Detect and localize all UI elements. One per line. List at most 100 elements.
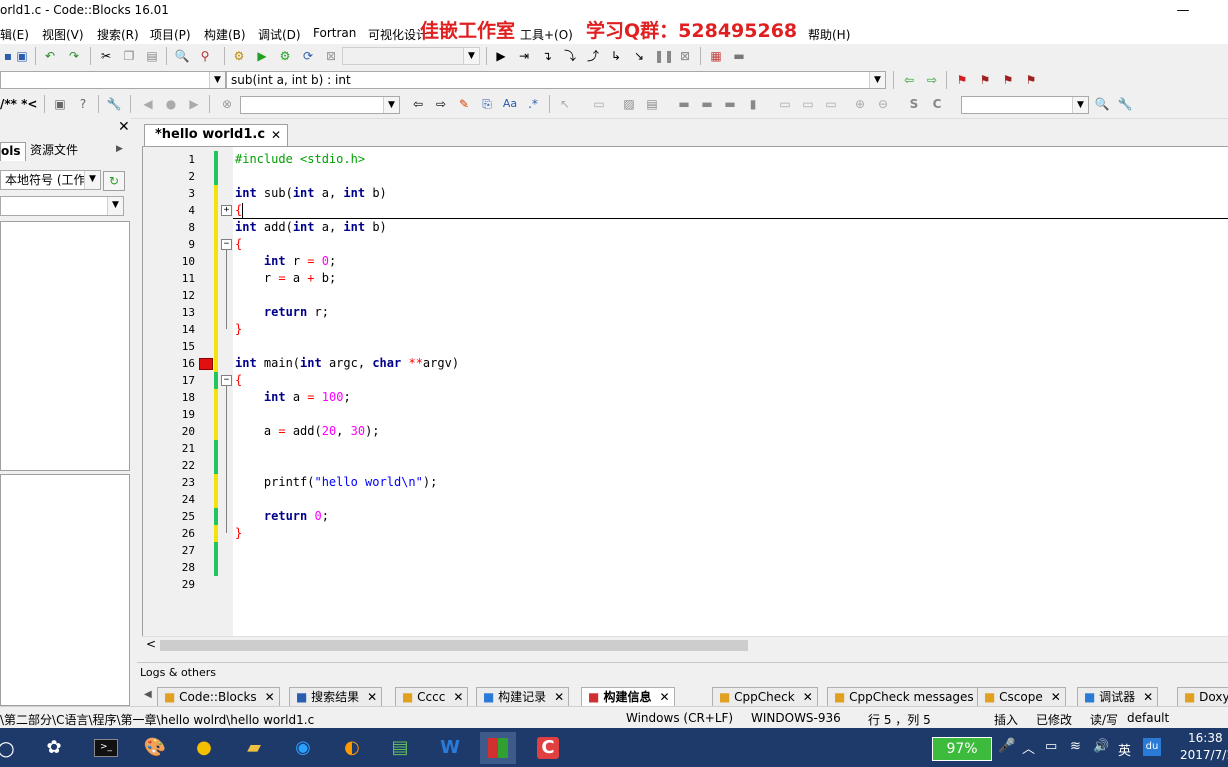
close-tab-icon[interactable]: ✕	[367, 690, 377, 704]
code-line[interactable]: int a = 100;	[235, 389, 351, 406]
chevron-up-icon[interactable]: ︿	[1022, 738, 1035, 757]
run-to-cursor-icon[interactable]: ⇥	[516, 48, 532, 64]
highlight-icon[interactable]: ✎	[456, 96, 472, 112]
prev-bookmark-icon[interactable]: ⚑	[977, 72, 993, 88]
fold-collapse-icon[interactable]: −	[221, 239, 232, 250]
wifi-icon[interactable]: ≋	[1070, 739, 1081, 754]
menu-view[interactable]: 视图(V)	[42, 26, 84, 43]
close-tab-icon[interactable]: ✕	[271, 125, 281, 145]
code-line[interactable]: int sub(int a, int b)	[235, 185, 387, 202]
nav-back-icon[interactable]: ◀	[140, 96, 156, 112]
search-icon[interactable]: ○	[0, 732, 24, 764]
run-icon[interactable]: ▶	[254, 48, 270, 64]
writer-app-icon[interactable]: W	[432, 732, 468, 764]
scope-combo[interactable]: ▼	[0, 71, 226, 89]
symbol-filter-combo[interactable]: ▼	[0, 196, 124, 216]
log-tab[interactable]: ■ 搜索结果 ✕	[289, 687, 383, 708]
menu-visual-design[interactable]: 可视化设计	[368, 26, 428, 43]
find-icon[interactable]: 🔍	[174, 48, 190, 64]
recorder-app-icon[interactable]: C	[530, 732, 566, 764]
menu-debug[interactable]: 调试(D)	[258, 26, 301, 43]
layout-3-icon[interactable]: ▬	[722, 96, 738, 112]
code-search-input[interactable]: ▼	[961, 96, 1089, 114]
match-case-icon[interactable]: Aa	[502, 96, 518, 112]
doxy-comment-button[interactable]: /** *<	[0, 97, 37, 111]
browser-app-icon[interactable]: ◉	[285, 732, 321, 764]
doxy-extract-icon[interactable]: ▣	[52, 96, 68, 112]
cut-icon[interactable]: ✂	[98, 48, 114, 64]
volume-icon[interactable]: 🔊	[1093, 739, 1109, 754]
stop-debug-icon[interactable]: ⊠	[677, 48, 693, 64]
notes-app-icon[interactable]: ▤	[382, 732, 418, 764]
toggle-bookmark-icon[interactable]: ⚑	[954, 72, 970, 88]
jump-forward-icon[interactable]: ⇨	[924, 72, 940, 88]
symbol-scope-combo[interactable]: 本地符号 (工作区) ▼	[0, 170, 101, 190]
shape-2-icon[interactable]: ▭	[800, 96, 816, 112]
code-line[interactable]: return 0;	[235, 508, 329, 525]
log-tab[interactable]: ■ 调试器 ✕	[1077, 687, 1159, 708]
redo-icon[interactable]: ↷	[66, 48, 82, 64]
code-editor[interactable]: 1 2 3 4 8 9 10 11 12 13 14 15 16 17 18 19 20 21 22 23 24 25 26…	[142, 146, 1228, 637]
code-line[interactable]: printf("hello world\n");	[235, 474, 437, 491]
copy-icon[interactable]: ❐	[121, 48, 137, 64]
menu-help[interactable]: 帮助(H)	[808, 26, 850, 43]
code-line[interactable]: a = add(20, 30);	[235, 423, 380, 440]
jump-back-icon[interactable]: ⇦	[901, 72, 917, 88]
code-line[interactable]: }	[235, 525, 242, 542]
abort-icon[interactable]: ⊠	[323, 48, 339, 64]
code-line[interactable]: #include <stdio.h>	[235, 151, 365, 168]
search-icon[interactable]: 🔍	[1094, 96, 1110, 112]
step-instruction-icon[interactable]: ↘	[631, 48, 647, 64]
code-line[interactable]: {	[235, 236, 242, 253]
save-all-icon[interactable]: ▣	[14, 48, 30, 64]
log-tab[interactable]: ■ CppCheck ✕	[712, 687, 818, 708]
code-line[interactable]: {	[235, 372, 242, 389]
menu-fortran[interactable]: Fortran	[313, 26, 356, 40]
layout-1-icon[interactable]: ▬	[676, 96, 692, 112]
microphone-icon[interactable]: 🎤	[998, 738, 1015, 754]
fold-expand-icon[interactable]: +	[221, 205, 232, 216]
incremental-search-input[interactable]: ▼	[240, 96, 400, 114]
codeblocks-app-icon[interactable]	[480, 732, 516, 764]
log-tab[interactable]: ■ Cscope ✕	[977, 687, 1066, 708]
code-line[interactable]: int main(int argc, char **argv)	[235, 355, 459, 372]
close-tab-icon[interactable]: ✕	[1051, 690, 1061, 704]
s-tool-icon[interactable]: S	[906, 96, 922, 112]
step-out-icon[interactable]: ⤴	[585, 48, 601, 64]
build-and-run-icon[interactable]: ⚙	[277, 48, 293, 64]
doxy-help-icon[interactable]: ?	[75, 96, 91, 112]
code-line[interactable]: int add(int a, int b)	[235, 219, 387, 236]
close-tab-icon[interactable]: ✕	[554, 690, 564, 704]
c-tool-icon[interactable]: C	[929, 96, 945, 112]
rect-tool-icon[interactable]: ▭	[591, 96, 607, 112]
minimize-button[interactable]: —	[1160, 0, 1206, 22]
log-tab[interactable]: ■ DoxyB	[1177, 687, 1228, 708]
power-icon[interactable]: ▭	[1045, 739, 1057, 754]
file-explorer-icon[interactable]: ▰	[236, 732, 272, 764]
logs-scroll-left-icon[interactable]: ◀	[144, 689, 152, 700]
selected-text-icon[interactable]: ⎘	[479, 96, 495, 112]
log-tab[interactable]: ■ Cccc ✕	[395, 687, 469, 708]
nav-forward-icon[interactable]: ▶	[186, 96, 202, 112]
close-tab-icon[interactable]: ✕	[453, 690, 463, 704]
clear-bookmarks-icon[interactable]: ⚑	[1023, 72, 1039, 88]
rebuild-icon[interactable]: ⟳	[300, 48, 316, 64]
log-tab[interactable]: ■ CppCheck messages✕	[827, 687, 997, 708]
find-prev-icon[interactable]: ⇦	[410, 96, 426, 112]
wrench-icon[interactable]: 🔧	[106, 96, 122, 112]
refresh-icon[interactable]: ↻	[103, 171, 125, 191]
baidu-ime-icon[interactable]: du	[1143, 738, 1161, 756]
terminal-app-icon[interactable]: >_	[88, 732, 124, 764]
scroll-left-arrow[interactable]: <	[146, 637, 156, 651]
close-tab-icon[interactable]: ✕	[1143, 690, 1153, 704]
debug-info-icon[interactable]: ▬	[731, 48, 747, 64]
clock-date[interactable]: 2017/7/1	[1180, 748, 1228, 762]
symbol-list[interactable]	[0, 474, 130, 706]
breakpoint-marker[interactable]	[199, 358, 213, 370]
menu-project[interactable]: 项目(P)	[150, 26, 191, 43]
menu-tools-plus[interactable]: 工具+(O)	[520, 26, 573, 43]
chat-app-icon[interactable]: ●	[186, 732, 222, 764]
media-app-icon[interactable]: ◐	[334, 732, 370, 764]
task-view-icon[interactable]: ✿	[36, 732, 72, 764]
build-gear-icon[interactable]: ⚙	[231, 48, 247, 64]
